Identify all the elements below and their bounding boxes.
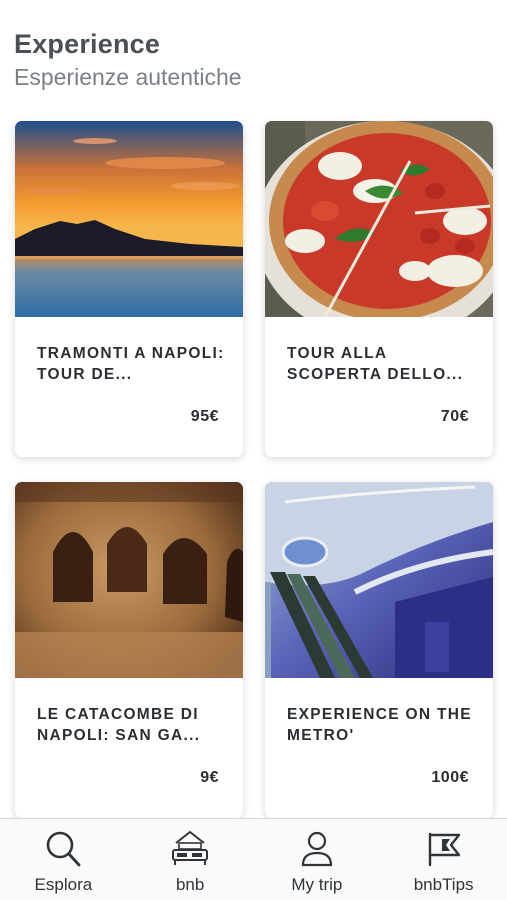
tab-bnb[interactable]: bnb: [127, 819, 254, 900]
user-icon: [301, 831, 332, 867]
card-price: 95€: [190, 408, 219, 425]
tab-bnbtips[interactable]: bnbTips: [380, 819, 507, 900]
tab-label: bnb: [175, 875, 205, 894]
bed-icon: [172, 830, 209, 865]
experience-card-catacombe[interactable]: LE CATACOMBE DI NAPOLI: SAN GA... 9€: [15, 482, 243, 818]
catacombs-image: [15, 482, 243, 678]
experience-card-tramonti[interactable]: TRAMONTI A NAPOLI: TOUR DE... 95€: [15, 121, 243, 457]
page-title: Experience: [14, 29, 161, 59]
flag-icon: [428, 832, 460, 867]
bottom-tab-bar: Esplora bnb My trip bnbTips: [0, 818, 507, 900]
tab-my-trip[interactable]: My trip: [254, 819, 381, 900]
experience-card-metro[interactable]: EXPERIENCE ON THE METRO' 100€: [265, 482, 493, 818]
tab-label: Esplora: [34, 875, 93, 894]
search-icon: [47, 831, 81, 867]
card-title: TOUR ALLA SCOPERTA DELLO...: [287, 345, 464, 383]
card-price: 9€: [200, 769, 219, 786]
card-title: TRAMONTI A NAPOLI: TOUR DE...: [37, 345, 225, 383]
experience-card-pizza[interactable]: TOUR ALLA SCOPERTA DELLO... 70€: [265, 121, 493, 457]
card-price: 70€: [440, 408, 469, 425]
card-title: EXPERIENCE ON THE METRO': [287, 706, 472, 744]
tab-label: My trip: [291, 875, 343, 894]
sunset-vesuvius-image: [15, 121, 243, 317]
metro-station-image: [265, 482, 493, 678]
tab-label: bnbTips: [413, 875, 474, 894]
card-price: 100€: [431, 769, 469, 786]
pizza-image: [265, 121, 493, 317]
page-subtitle: Esperienze autentiche: [14, 64, 242, 90]
card-title: LE CATACOMBE DI NAPOLI: SAN GA...: [37, 706, 201, 744]
page-header: Experience Esperienze autentiche: [14, 26, 493, 92]
tab-esplora[interactable]: Esplora: [0, 819, 127, 900]
